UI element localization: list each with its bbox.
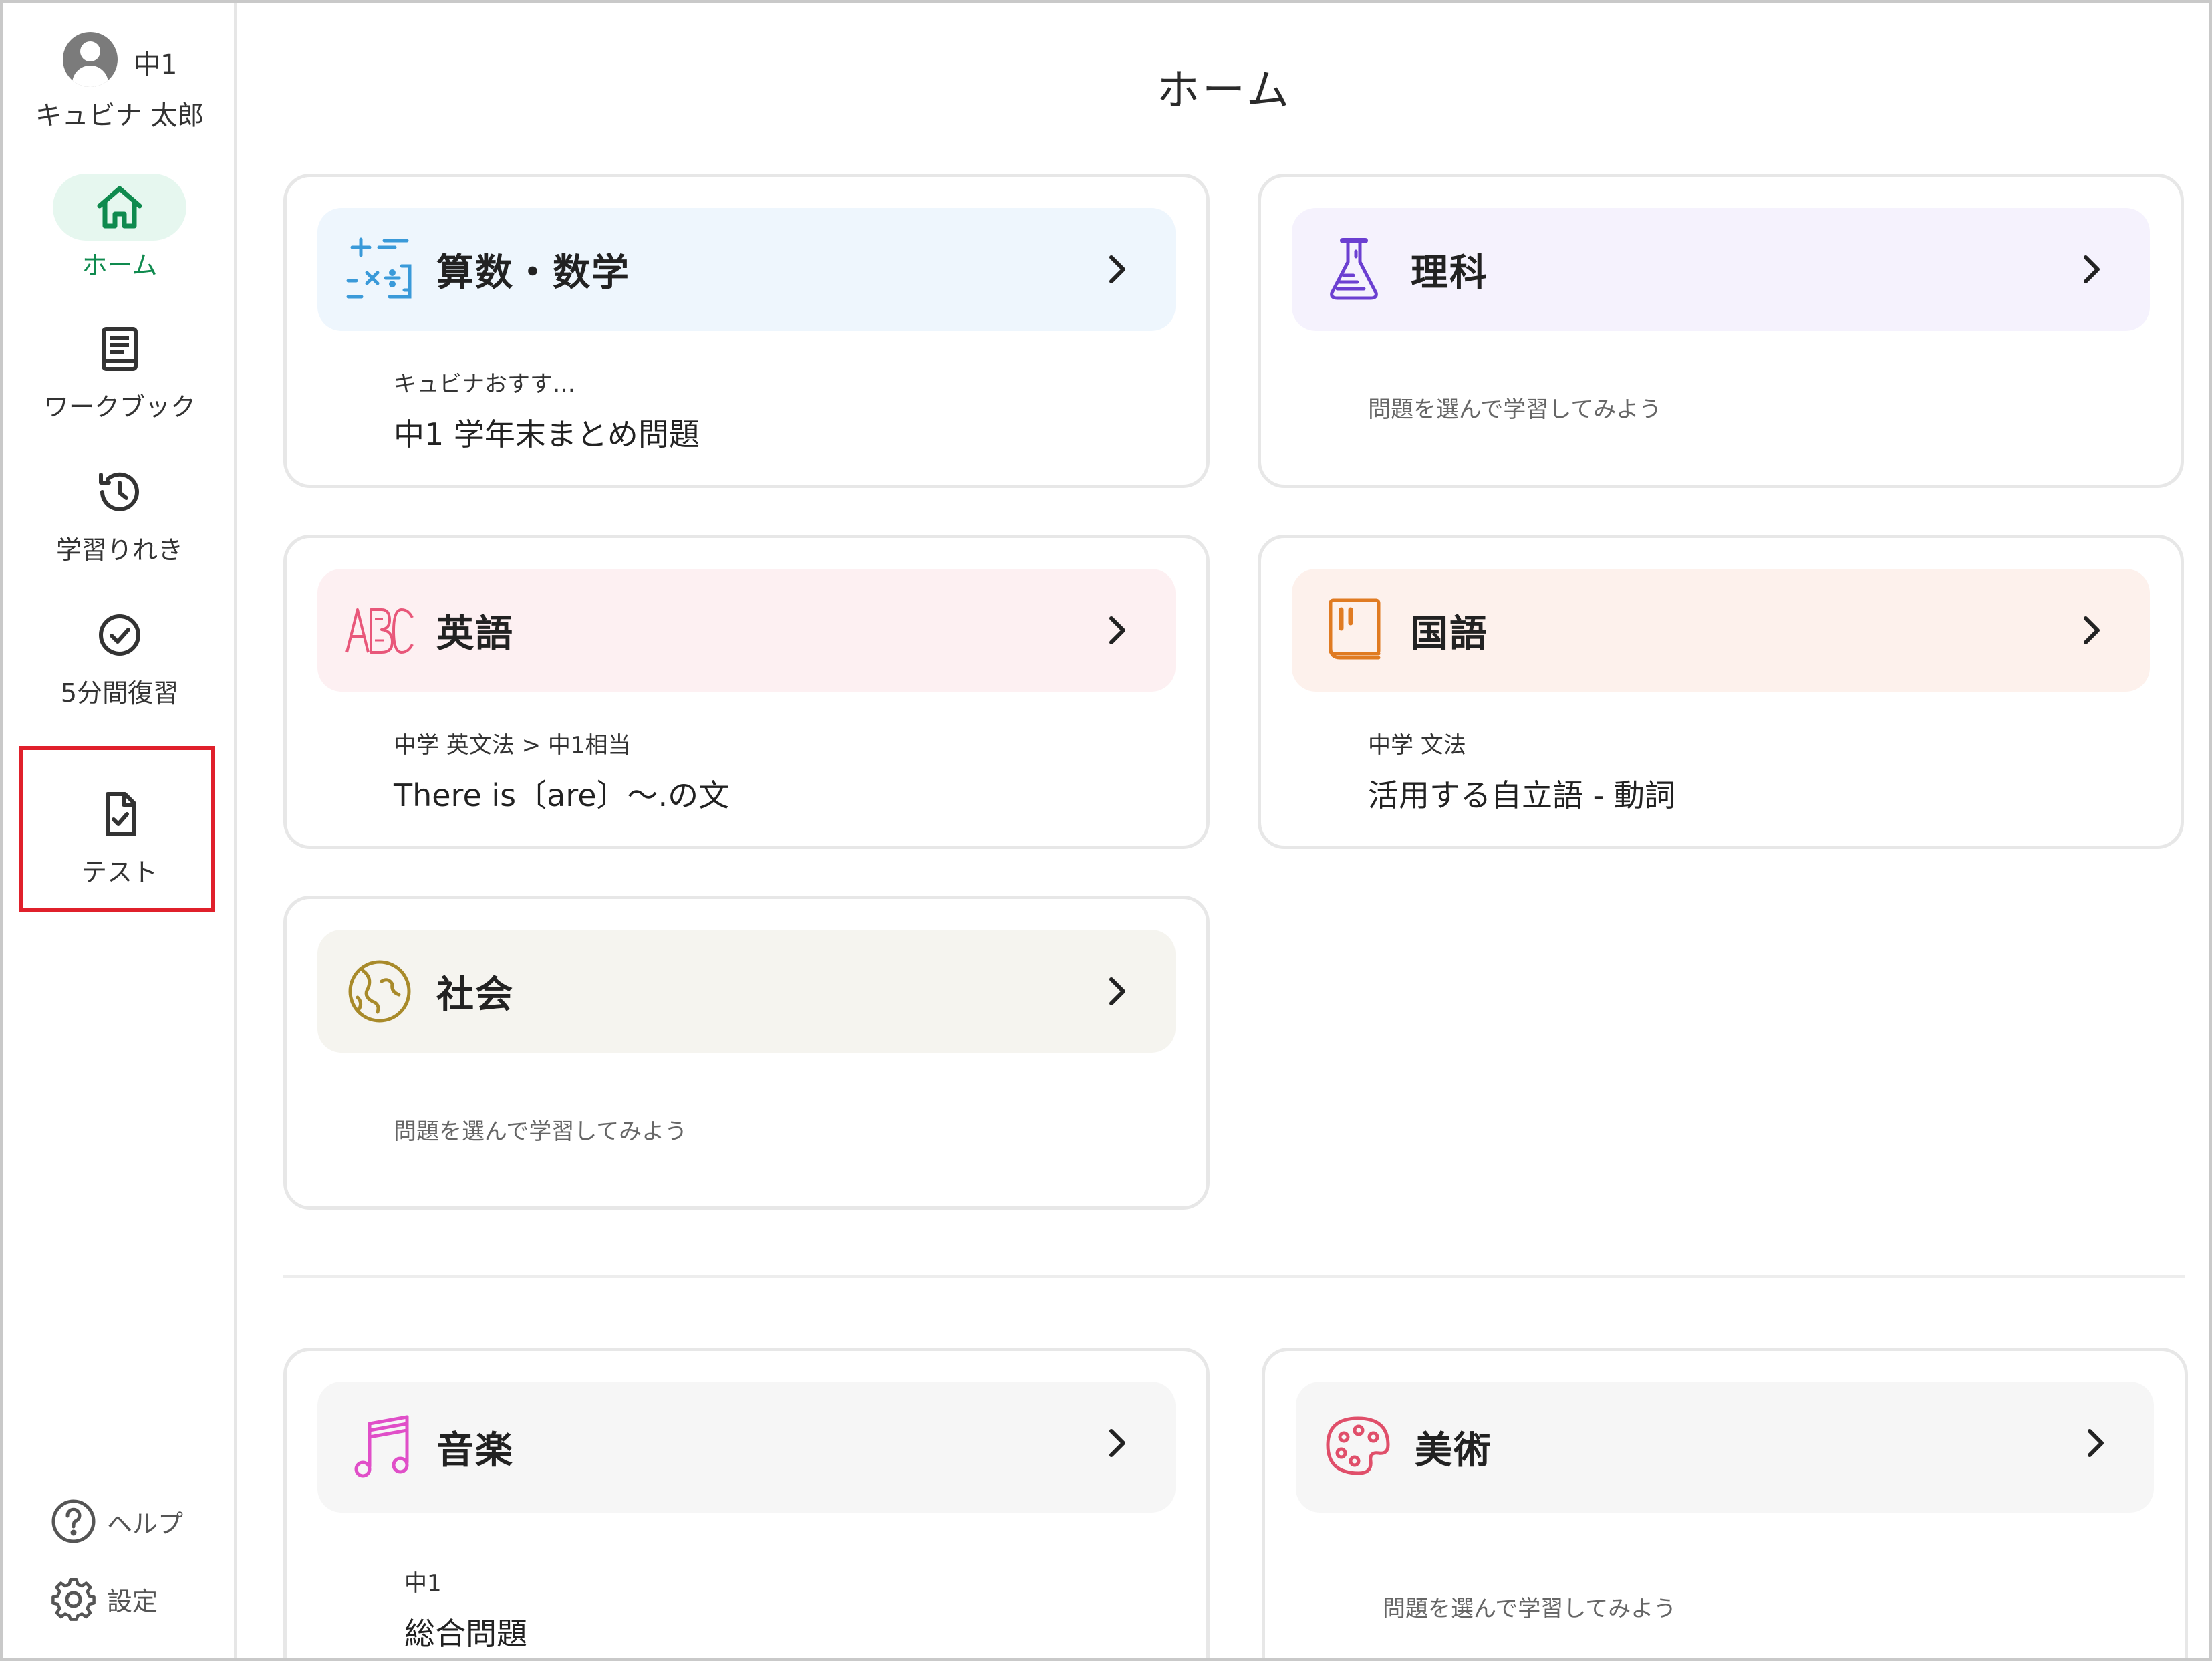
sidebar-item-label: 5分間復習 xyxy=(60,678,179,708)
subject-card-science: 理科 問題を選んで学習してみよう xyxy=(1258,174,2184,488)
subject-header-art[interactable]: 美術 xyxy=(1296,1382,2154,1513)
empty-message: 問題を選んで学習してみよう xyxy=(1383,1595,1677,1622)
help-label: ヘルプ xyxy=(107,1509,184,1539)
subject-header-math[interactable]: 算数・数学 xyxy=(317,208,1176,331)
sidebar-item-home[interactable]: ホーム xyxy=(3,174,237,281)
subject-card-art: 美術 問題を選んで学習してみよう xyxy=(1262,1348,2188,1658)
user-name: キュビナ 太郎 xyxy=(35,100,204,131)
recent-study-category: 中学 英文法 > 中1相当 xyxy=(394,732,631,759)
chevron-right-icon xyxy=(2084,255,2100,283)
subject-header-science[interactable]: 理科 xyxy=(1292,208,2150,331)
chevron-right-icon xyxy=(1109,977,1125,1005)
subject-name: 音楽 xyxy=(436,1428,514,1473)
highlight-box xyxy=(19,746,215,912)
sidebar-item-review[interactable]: 5分間復習 xyxy=(3,602,237,709)
recent-study-category: キュビナおすす… xyxy=(394,371,575,398)
empty-state: 問題を選んで学習してみよう xyxy=(1383,1565,2158,1623)
empty-state: 問題を選んで学習してみよう xyxy=(394,1088,1180,1146)
subject-card-english: 英語 中学 英文法 > 中1相当 There is〔are〕～.の文 xyxy=(283,535,1210,849)
recent-study[interactable]: 中学 文法 活用する自立語 - 動詞 xyxy=(1368,727,2154,815)
chevron-right-icon xyxy=(2088,1429,2104,1457)
avatar xyxy=(63,32,118,87)
check-circle-icon xyxy=(53,602,186,668)
page-title: ホーム xyxy=(1156,66,1292,116)
settings-label: 設定 xyxy=(107,1586,158,1616)
recent-study-title: 総合問題 xyxy=(404,1616,527,1652)
subject-card-music: 音楽 中1 総合問題 xyxy=(283,1348,1210,1658)
chevron-right-icon xyxy=(1109,255,1125,283)
music-icon xyxy=(354,1415,409,1478)
palette-icon xyxy=(1326,1416,1390,1475)
abc-icon xyxy=(345,608,414,654)
recent-study[interactable]: 中学 英文法 > 中1相当 There is〔are〕～.の文 xyxy=(394,727,1180,815)
subject-card-math: 算数・数学 キュビナおすす… 中1 学年末まとめ問題 xyxy=(283,174,1210,488)
subject-header-music[interactable]: 音楽 xyxy=(317,1382,1176,1513)
subject-header-japanese[interactable]: 国語 xyxy=(1292,569,2150,692)
subject-header-english[interactable]: 英語 xyxy=(317,569,1176,692)
subject-name: 国語 xyxy=(1411,612,1488,656)
settings-link[interactable]: 設定 xyxy=(49,1575,158,1623)
empty-message: 問題を選んで学習してみよう xyxy=(1368,396,1662,423)
math-icon xyxy=(346,237,412,299)
subject-name: 理科 xyxy=(1411,251,1488,295)
section-divider xyxy=(283,1275,2185,1278)
japanese-book-icon xyxy=(1329,598,1381,660)
book-icon xyxy=(53,315,186,382)
recent-study-title: There is〔are〕～.の文 xyxy=(394,777,730,813)
chevron-right-icon xyxy=(2084,616,2100,644)
recent-study-category: 中1 xyxy=(404,1570,442,1597)
subject-name: 社会 xyxy=(436,973,514,1017)
main-content: ホーム 算数・数学 キュビナおすす… 中1 学年末まとめ問題 理科 問題を選んで… xyxy=(239,3,2209,1658)
chevron-right-icon xyxy=(1109,616,1125,644)
sidebar-item-label: 学習りれき xyxy=(55,535,183,565)
chevron-right-icon xyxy=(1109,1429,1125,1457)
help-icon xyxy=(51,1499,96,1543)
globe-icon xyxy=(348,960,411,1023)
sidebar-item-history[interactable]: 学習りれき xyxy=(3,459,237,566)
home-icon xyxy=(53,174,186,241)
recent-study-title: 中1 学年末まとめ問題 xyxy=(394,416,700,453)
subject-name: 算数・数学 xyxy=(436,251,630,295)
sidebar: 中1 キュビナ 太郎 ホーム ワークブック 学習りれき 5分間復習 テスト ヘル… xyxy=(3,3,237,1658)
recent-study[interactable]: 中1 総合問題 xyxy=(404,1565,1180,1654)
history-icon xyxy=(53,459,186,525)
user-grade: 中1 xyxy=(134,49,178,80)
app-frame: 中1 キュビナ 太郎 ホーム ワークブック 学習りれき 5分間復習 テスト ヘル… xyxy=(0,0,2212,1661)
recent-study-title: 活用する自立語 - 動詞 xyxy=(1368,777,1675,813)
sidebar-item-label: ホーム xyxy=(82,251,158,280)
gear-icon xyxy=(51,1577,96,1621)
subject-card-social: 社会 問題を選んで学習してみよう xyxy=(283,896,1210,1210)
subject-name: 美術 xyxy=(1415,1428,1492,1473)
flask-icon xyxy=(1330,238,1378,300)
recent-study-category: 中学 文法 xyxy=(1368,732,1466,759)
sidebar-item-label: ワークブック xyxy=(43,392,196,422)
recent-study[interactable]: キュビナおすす… 中1 学年末まとめ問題 xyxy=(394,366,1180,455)
sidebar-item-workbook[interactable]: ワークブック xyxy=(3,315,237,423)
help-link[interactable]: ヘルプ xyxy=(49,1497,183,1545)
empty-state: 問題を選んで学習してみよう xyxy=(1368,366,2154,424)
subject-card-japanese: 国語 中学 文法 活用する自立語 - 動詞 xyxy=(1258,535,2184,849)
empty-message: 問題を選んで学習してみよう xyxy=(394,1118,688,1145)
subject-header-social[interactable]: 社会 xyxy=(317,930,1176,1053)
subject-name: 英語 xyxy=(436,612,514,656)
